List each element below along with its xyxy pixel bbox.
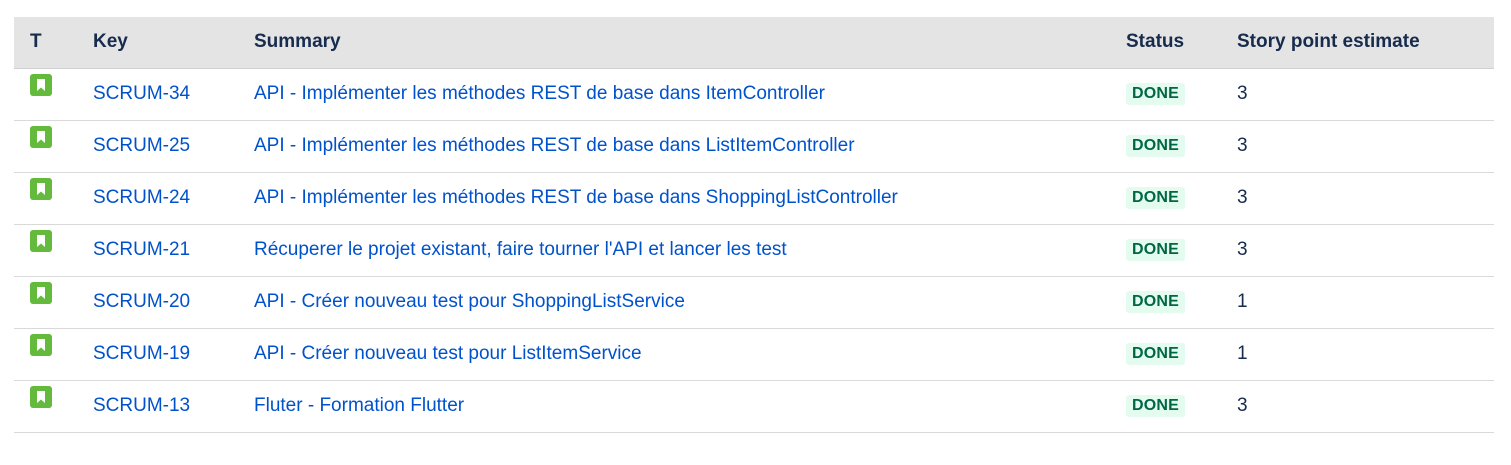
story-points-value: 3 (1237, 187, 1248, 208)
table-row[interactable]: SCRUM-25 API - Implémenter les méthodes … (14, 120, 1494, 173)
issue-key-link[interactable]: SCRUM-21 (93, 239, 190, 260)
issue-summary-link[interactable]: API - Implémenter les méthodes REST de b… (254, 83, 825, 104)
status-cell: DONE (1126, 120, 1237, 173)
summary-cell: API - Implémenter les méthodes REST de b… (254, 172, 1126, 225)
table-row[interactable]: SCRUM-24 API - Implémenter les méthodes … (14, 172, 1494, 225)
status-badge: DONE (1126, 238, 1186, 261)
status-badge: DONE (1126, 82, 1186, 105)
status-cell: DONE (1126, 276, 1237, 329)
story-icon[interactable] (30, 334, 52, 356)
issue-key-link[interactable]: SCRUM-24 (93, 187, 190, 208)
story-points-cell: 3 (1237, 224, 1494, 277)
story-points-value: 1 (1237, 343, 1248, 364)
story-points-cell: 3 (1237, 172, 1494, 225)
table-row[interactable]: SCRUM-13 Fluter - Formation Flutter DONE… (14, 380, 1494, 433)
story-icon[interactable] (30, 126, 52, 148)
status-badge: DONE (1126, 342, 1186, 365)
story-points-value: 3 (1237, 83, 1248, 104)
key-cell: SCRUM-25 (93, 120, 254, 173)
type-cell (14, 380, 93, 433)
summary-cell: API - Implémenter les méthodes REST de b… (254, 68, 1126, 121)
type-cell (14, 172, 93, 225)
story-points-value: 1 (1237, 291, 1248, 312)
issue-summary-link[interactable]: Récuperer le projet existant, faire tour… (254, 239, 787, 260)
summary-cell: API - Créer nouveau test pour ListItemSe… (254, 328, 1126, 381)
status-cell: DONE (1126, 68, 1237, 121)
key-cell: SCRUM-20 (93, 276, 254, 329)
type-cell (14, 120, 93, 173)
key-cell: SCRUM-21 (93, 224, 254, 277)
key-cell: SCRUM-19 (93, 328, 254, 381)
table-row[interactable]: SCRUM-34 API - Implémenter les méthodes … (14, 68, 1494, 121)
status-badge: DONE (1126, 134, 1186, 157)
status-cell: DONE (1126, 328, 1237, 381)
summary-cell: Récuperer le projet existant, faire tour… (254, 224, 1126, 277)
issues-table-container: T Key Summary Status Story point estimat… (14, 17, 1494, 433)
issue-key-link[interactable]: SCRUM-19 (93, 343, 190, 364)
story-points-value: 3 (1237, 135, 1248, 156)
key-cell: SCRUM-13 (93, 380, 254, 433)
story-points-cell: 3 (1237, 120, 1494, 173)
status-cell: DONE (1126, 380, 1237, 433)
issues-table: T Key Summary Status Story point estimat… (14, 17, 1494, 433)
table-header-row: T Key Summary Status Story point estimat… (14, 17, 1494, 69)
key-cell: SCRUM-34 (93, 68, 254, 121)
summary-cell: Fluter - Formation Flutter (254, 380, 1126, 433)
issue-summary-link[interactable]: API - Implémenter les méthodes REST de b… (254, 187, 898, 208)
issue-summary-link[interactable]: API - Créer nouveau test pour ListItemSe… (254, 343, 642, 364)
status-badge: DONE (1126, 186, 1186, 209)
key-cell: SCRUM-24 (93, 172, 254, 225)
story-icon[interactable] (30, 230, 52, 252)
summary-cell: API - Implémenter les méthodes REST de b… (254, 120, 1126, 173)
type-cell (14, 68, 93, 121)
story-points-value: 3 (1237, 239, 1248, 260)
story-points-cell: 1 (1237, 276, 1494, 329)
issue-key-link[interactable]: SCRUM-20 (93, 291, 190, 312)
type-cell (14, 328, 93, 381)
story-points-cell: 3 (1237, 380, 1494, 433)
story-points-value: 3 (1237, 395, 1248, 416)
column-header-status[interactable]: Status (1126, 17, 1237, 69)
column-header-key[interactable]: Key (93, 17, 254, 69)
issue-key-link[interactable]: SCRUM-34 (93, 83, 190, 104)
table-row[interactable]: SCRUM-20 API - Créer nouveau test pour S… (14, 276, 1494, 329)
issue-key-link[interactable]: SCRUM-13 (93, 395, 190, 416)
issue-summary-link[interactable]: Fluter - Formation Flutter (254, 395, 464, 416)
status-badge: DONE (1126, 290, 1186, 313)
issue-summary-link[interactable]: API - Créer nouveau test pour ShoppingLi… (254, 291, 685, 312)
column-header-type[interactable]: T (14, 17, 93, 69)
status-badge: DONE (1126, 394, 1186, 417)
table-row[interactable]: SCRUM-21 Récuperer le projet existant, f… (14, 224, 1494, 277)
issue-summary-link[interactable]: API - Implémenter les méthodes REST de b… (254, 135, 855, 156)
type-cell (14, 224, 93, 277)
story-icon[interactable] (30, 74, 52, 96)
issue-key-link[interactable]: SCRUM-25 (93, 135, 190, 156)
story-icon[interactable] (30, 282, 52, 304)
story-points-cell: 1 (1237, 328, 1494, 381)
type-cell (14, 276, 93, 329)
status-cell: DONE (1126, 224, 1237, 277)
story-icon[interactable] (30, 178, 52, 200)
story-points-cell: 3 (1237, 68, 1494, 121)
column-header-summary[interactable]: Summary (254, 17, 1126, 69)
status-cell: DONE (1126, 172, 1237, 225)
story-icon[interactable] (30, 386, 52, 408)
summary-cell: API - Créer nouveau test pour ShoppingLi… (254, 276, 1126, 329)
table-row[interactable]: SCRUM-19 API - Créer nouveau test pour L… (14, 328, 1494, 381)
column-header-story-points[interactable]: Story point estimate (1237, 17, 1494, 69)
